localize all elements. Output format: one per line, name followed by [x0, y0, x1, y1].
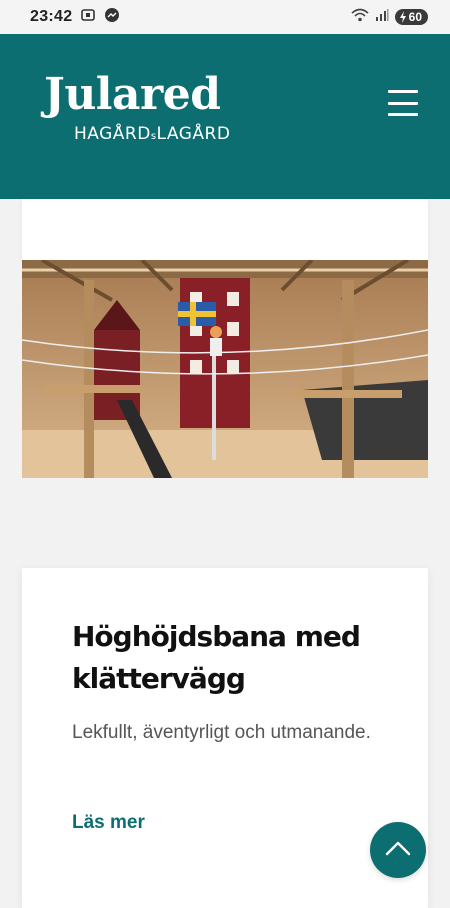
read-more-link[interactable]: Läs mer — [72, 812, 145, 834]
climbing-course-photo — [22, 260, 428, 478]
scroll-to-top-button[interactable] — [370, 822, 426, 878]
site-header: Julared HAGÅRDsLAGÅRD — [0, 34, 450, 199]
julared-logo[interactable]: Julared HAGÅRDsLAGÅRD — [44, 70, 244, 150]
previous-card — [22, 199, 428, 260]
hamburger-menu-icon[interactable] — [388, 90, 418, 116]
battery-icon: 60 — [394, 9, 428, 25]
screenshot-icon — [80, 7, 96, 28]
chevron-up-icon — [385, 840, 411, 861]
logo-subtitle: HAGÅRDsLAGÅRD — [74, 124, 231, 144]
activity-card: Höghöjdsbana med klättervägg Lekfullt, ä… — [22, 568, 428, 908]
status-time: 23:42 — [30, 8, 73, 25]
status-left: 23:42 — [30, 7, 120, 28]
card-title: Höghöjdsbana med klättervägg — [72, 620, 361, 695]
status-right: 60 — [351, 7, 428, 28]
status-bar: 23:42 60 — [0, 0, 450, 34]
signal-icon — [375, 8, 389, 27]
wifi-icon — [351, 7, 369, 28]
logo-script: Julared — [44, 69, 221, 120]
card-description: Lekfullt, äventyrligt och utmanande. — [72, 722, 371, 743]
battery-level: 60 — [408, 10, 422, 24]
messenger-icon — [104, 7, 120, 28]
